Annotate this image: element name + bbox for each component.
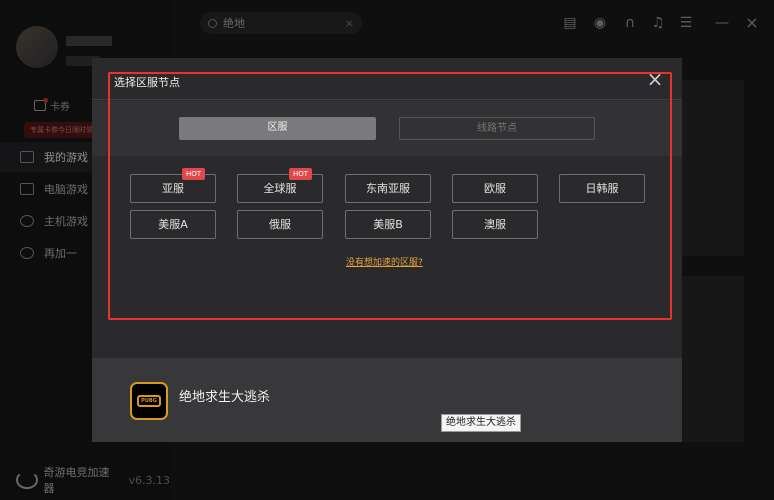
region-label: 俄服	[269, 218, 291, 231]
region-button-us-b[interactable]: 美服B	[345, 210, 431, 239]
region-label: 日韩服	[585, 182, 619, 195]
region-button-sea[interactable]: 东南亚服	[345, 174, 431, 203]
region-label: 美服B	[373, 218, 403, 231]
region-button-russia[interactable]: 俄服	[237, 210, 323, 239]
region-label: 东南亚服	[366, 182, 410, 195]
tab-server[interactable]: 区服	[179, 117, 376, 140]
hot-badge: HOT	[288, 168, 312, 180]
region-button-us-a[interactable]: 美服A	[130, 210, 216, 239]
tab-bar: 区服 线路节点	[92, 101, 682, 156]
region-button-oceania[interactable]: 澳服	[452, 210, 538, 239]
region-label: 美服A	[158, 218, 188, 231]
region-label: 欧服	[484, 182, 506, 195]
pubg-logo-icon: PUBG	[130, 382, 168, 420]
game-name-tooltip: 绝地求生大逃杀	[441, 414, 521, 432]
dialog-header: 选择区服节点 ×	[92, 58, 682, 100]
dialog-title: 选择区服节点	[114, 76, 180, 89]
pubg-logo-text: PUBG	[137, 395, 161, 407]
region-button-asia[interactable]: 亚服 HOT	[130, 168, 216, 203]
tab-route-node[interactable]: 线路节点	[399, 117, 595, 140]
region-button-eu[interactable]: 欧服	[452, 174, 538, 203]
close-dialog-button[interactable]: ×	[644, 68, 666, 90]
game-title: 绝地求生大逃杀	[179, 390, 271, 405]
region-label: 亚服	[162, 182, 184, 195]
region-select-dialog: 选择区服节点 × 区服 线路节点 亚服 HOT 全球服 HOT 东南亚服 欧服 …	[92, 58, 682, 358]
missing-region-link[interactable]: 没有想加速的区服?	[346, 255, 423, 268]
game-info-panel: PUBG 绝地求生大逃杀	[92, 358, 682, 442]
hot-badge: HOT	[181, 168, 205, 180]
region-button-global[interactable]: 全球服 HOT	[237, 168, 323, 203]
region-label: 澳服	[484, 218, 506, 231]
region-button-jp-kr[interactable]: 日韩服	[559, 174, 645, 203]
region-label: 全球服	[263, 182, 297, 195]
